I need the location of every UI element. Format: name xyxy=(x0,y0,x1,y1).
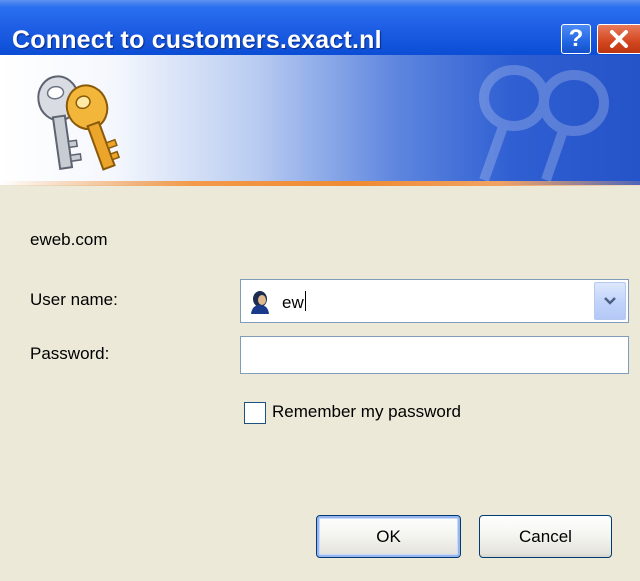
username-combobox[interactable]: ew xyxy=(240,279,629,323)
remember-password-label[interactable]: Remember my password xyxy=(272,402,461,422)
window-title: Connect to customers.exact.nl xyxy=(12,26,382,54)
ok-button[interactable]: OK xyxy=(316,515,461,558)
login-dialog: Connect to customers.exact.nl ? eweb.com… xyxy=(0,0,640,581)
username-input[interactable]: ew xyxy=(282,291,306,313)
keys-watermark-icon xyxy=(479,65,609,182)
close-icon xyxy=(610,30,628,48)
username-dropdown-button[interactable] xyxy=(594,282,626,320)
remember-password-checkbox[interactable] xyxy=(244,402,266,424)
password-label: Password: xyxy=(30,344,110,363)
username-label: User name: xyxy=(30,290,118,309)
password-input[interactable] xyxy=(240,336,629,374)
close-button[interactable] xyxy=(597,24,640,54)
chevron-down-icon xyxy=(604,297,616,305)
cancel-button[interactable]: Cancel xyxy=(479,515,612,558)
help-button[interactable]: ? xyxy=(561,24,591,54)
server-name: eweb.com xyxy=(30,230,108,249)
user-icon xyxy=(251,291,269,314)
keys-icon xyxy=(37,75,121,171)
